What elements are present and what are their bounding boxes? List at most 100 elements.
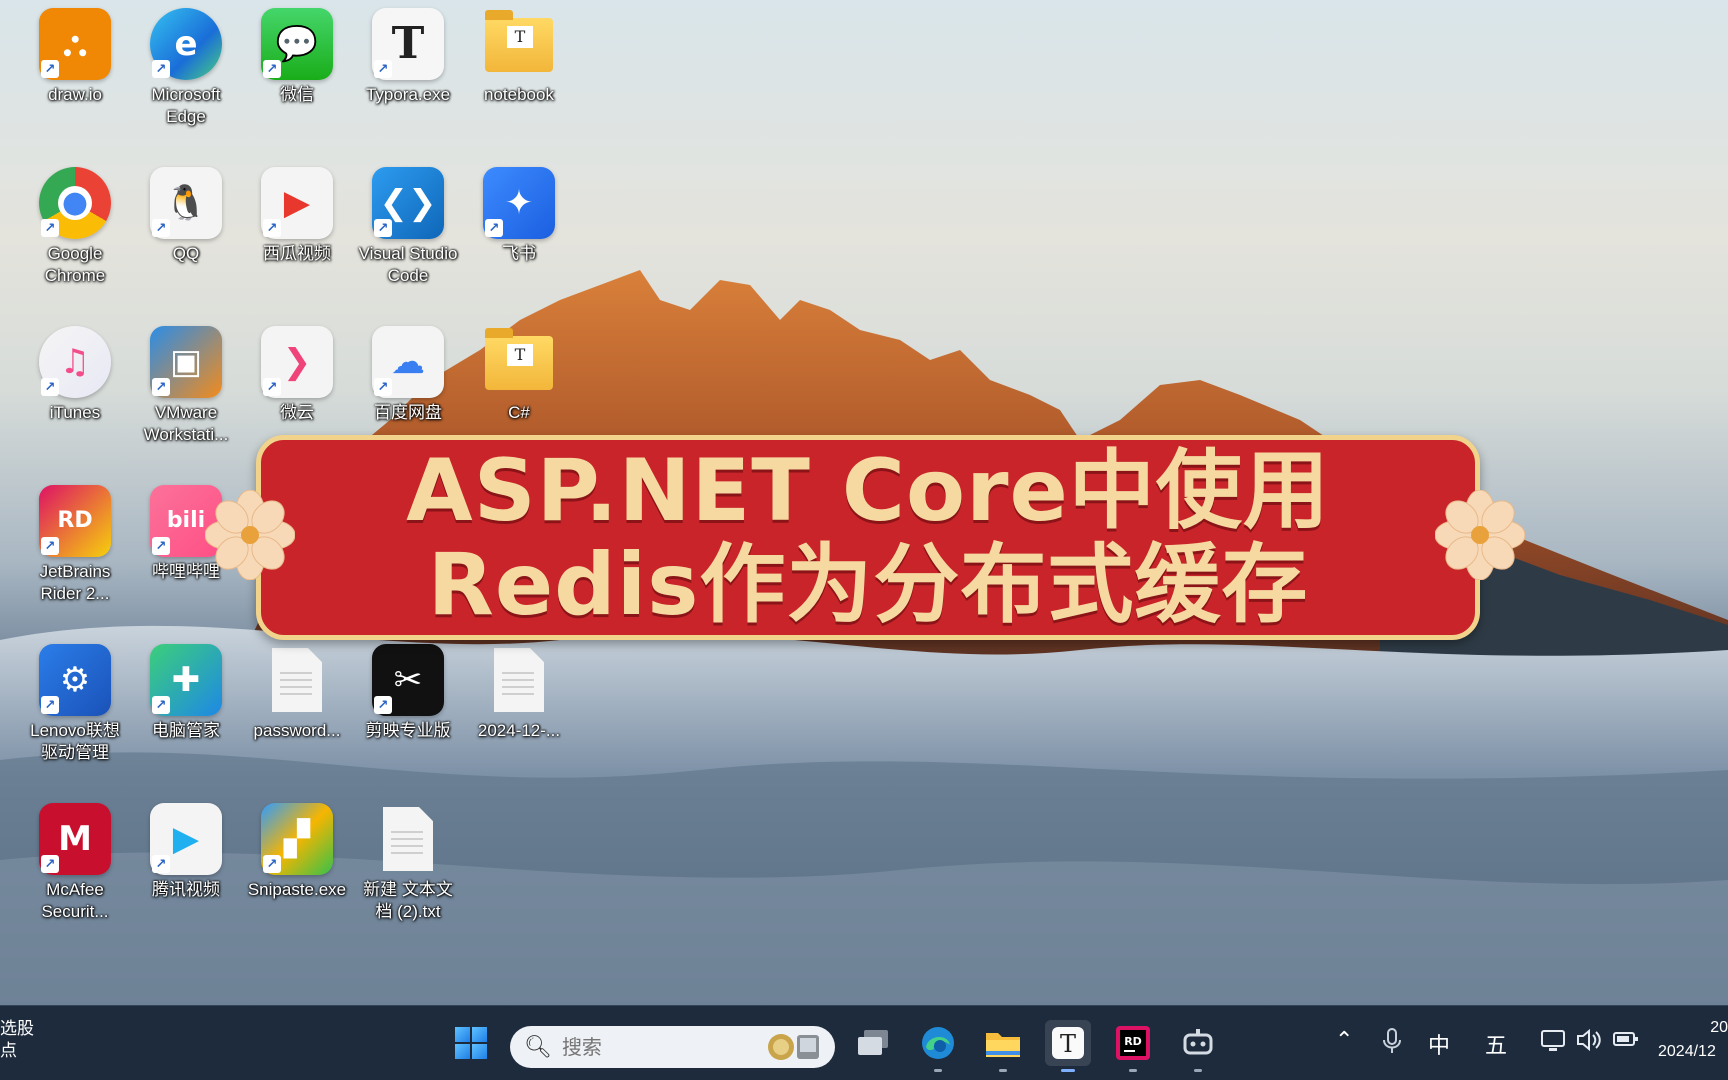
microphone-button[interactable] [1382, 1028, 1402, 1060]
shortcut-arrow-icon: ↗ [263, 60, 281, 78]
desktop-icon[interactable]: T ↗ Typora.exe [353, 8, 463, 158]
baidu-netdisk-icon: ☁ ↗ [372, 326, 444, 398]
banner-title-line-2: Redis作为分布式缓存 [427, 534, 1309, 635]
flower-decoration-icon [1435, 490, 1525, 580]
feishu-icon: ✦ ↗ [483, 167, 555, 239]
typora-icon: T [1052, 1027, 1084, 1059]
folder-icon: T [485, 10, 553, 72]
drawio-icon: ⛬ ↗ [39, 8, 111, 80]
desktop-icon[interactable]: ▣ ↗ VMware Workstati... [131, 326, 241, 476]
desktop-icon[interactable]: ▶ ↗ 腾讯视频 [131, 803, 241, 953]
desktop-icon-label: JetBrains Rider 2... [39, 562, 111, 603]
shortcut-arrow-icon: ↗ [41, 537, 59, 555]
stock-widget-line-1: 选股 [0, 1019, 34, 1038]
desktop-icon[interactable]: ♫ ↗ iTunes [20, 326, 130, 476]
shortcut-arrow-icon: ↗ [374, 60, 392, 78]
desktop-icon[interactable]: ✦ ↗ 飞书 [464, 167, 574, 317]
shortcut-arrow-icon: ↗ [263, 378, 281, 396]
desktop-icon-label: VMware Workstati... [143, 403, 229, 444]
edge-icon [922, 1027, 954, 1059]
folder-icon: T [485, 328, 553, 390]
desktop-icon[interactable]: 💬 ↗ 微信 [242, 8, 352, 158]
wechat-icon: 💬 ↗ [261, 8, 333, 80]
show-hidden-icons-button[interactable]: ⌃ [1335, 1028, 1353, 1053]
desktop-icon[interactable]: 新建 文本文 档 (2).txt [353, 803, 463, 953]
search-input[interactable] [561, 1035, 752, 1059]
chevron-up-icon: ⌃ [1335, 1028, 1354, 1053]
shortcut-arrow-icon: ↗ [263, 219, 281, 237]
desktop-icon[interactable]: ▞ ↗ Snipaste.exe [242, 803, 352, 953]
desktop-icon[interactable]: RD ↗ JetBrains Rider 2... [20, 485, 130, 635]
network-button[interactable] [1540, 1028, 1568, 1060]
desktop-icon[interactable]: Tnotebook [464, 8, 574, 158]
desktop-icon[interactable]: ● ↗ Google Chrome [20, 167, 130, 317]
desktop-icon-label: password... [253, 721, 341, 740]
taskbar-rider-button[interactable]: RD [1110, 1020, 1156, 1072]
volume-button[interactable] [1576, 1028, 1602, 1058]
start-button[interactable] [448, 1020, 494, 1066]
desktop-icon[interactable]: e ↗ Microsoft Edge [131, 8, 241, 158]
windows-logo-icon [455, 1027, 487, 1059]
banner-title-line-1: ASP.NET Core中使用 [406, 440, 1330, 541]
search-highlight-icon [768, 1034, 819, 1060]
task-view-icon [858, 1030, 888, 1055]
mcafee-icon: M ↗ [39, 803, 111, 875]
document-icon [494, 648, 544, 712]
desktop-icon-label: C# [508, 403, 530, 422]
robot-app-icon [1183, 1029, 1213, 1055]
desktop-icon-label: notebook [484, 85, 554, 104]
taskbar-explorer-button[interactable] [980, 1020, 1026, 1072]
desktop-icon-label: draw.io [48, 85, 102, 104]
typora-icon: T ↗ [372, 8, 444, 80]
taskbar-typora-button[interactable]: T [1045, 1020, 1091, 1072]
taskbar-app-button[interactable] [1175, 1020, 1221, 1072]
desktop-icon-label: Google Chrome [44, 244, 106, 285]
svg-text:RD: RD [1124, 1035, 1142, 1048]
snipaste-icon: ▞ ↗ [261, 803, 333, 875]
desktop-icon-label: 电脑管家 [152, 721, 220, 740]
shortcut-arrow-icon: ↗ [41, 60, 59, 78]
taskbar: 选股 点 🔍︎ T RD [0, 1005, 1728, 1080]
weiyun-icon: ❯ ↗ [261, 326, 333, 398]
clock-time: 20 [1710, 1019, 1728, 1036]
tencent-video-icon: ▶ ↗ [150, 803, 222, 875]
desktop-icon[interactable]: 2024-12-... [464, 644, 574, 794]
stock-widget[interactable]: 选股 点 [0, 1018, 34, 1062]
taskbar-edge-button[interactable] [915, 1020, 961, 1072]
desktop-icon-label: 微信 [280, 85, 314, 104]
shortcut-arrow-icon: ↗ [152, 855, 170, 873]
desktop-icon[interactable]: password... [242, 644, 352, 794]
desktop-icon[interactable]: ⚙ ↗ Lenovo联想 驱动管理 [20, 644, 130, 794]
volume-icon [1577, 1028, 1601, 1052]
battery-button[interactable] [1612, 1028, 1640, 1056]
desktop-icon[interactable]: ▶ ↗ 西瓜视频 [242, 167, 352, 317]
desktop-icon[interactable]: 🐧 ↗ QQ [131, 167, 241, 317]
desktop-icon-label: QQ [172, 244, 200, 263]
desktop-icon[interactable]: ✚ ↗ 电脑管家 [131, 644, 241, 794]
shortcut-arrow-icon: ↗ [152, 378, 170, 396]
edge-icon: e ↗ [150, 8, 222, 80]
shortcut-arrow-icon: ↗ [485, 219, 503, 237]
shortcut-arrow-icon: ↗ [41, 696, 59, 714]
desktop-icon-label: Snipaste.exe [247, 880, 347, 899]
shortcut-arrow-icon: ↗ [374, 219, 392, 237]
microphone-icon [1383, 1028, 1401, 1053]
desktop-icon[interactable]: ✂ ↗ 剪映专业版 [353, 644, 463, 794]
desktop-icon-label: Visual Studio Code [358, 244, 458, 285]
taskbar-search[interactable]: 🔍︎ [510, 1026, 835, 1068]
svg-text:T: T [1060, 1030, 1076, 1058]
desktop-icon[interactable]: M ↗ McAfee Securit... [20, 803, 130, 953]
shortcut-arrow-icon: ↗ [374, 378, 392, 396]
document-icon [383, 807, 433, 871]
desktop-icon[interactable]: ⛬ ↗ draw.io [20, 8, 130, 158]
desktop-icon[interactable]: ❮❯ ↗ Visual Studio Code [353, 167, 463, 317]
title-banner: ASP.NET Core中使用 Redis作为分布式缓存 [256, 435, 1480, 640]
task-view-button[interactable] [850, 1020, 896, 1066]
ime-mode-button[interactable]: 中 [1428, 1028, 1450, 1060]
shortcut-arrow-icon: ↗ [41, 378, 59, 396]
lenovo-driver-icon: ⚙ ↗ [39, 644, 111, 716]
desktop-icon-label: 西瓜视频 [263, 244, 331, 263]
taskbar-clock[interactable]: 20 2024/12 [1658, 1016, 1728, 1064]
shortcut-arrow-icon: ↗ [263, 855, 281, 873]
ime-wubi-button[interactable]: 五 [1485, 1028, 1507, 1060]
